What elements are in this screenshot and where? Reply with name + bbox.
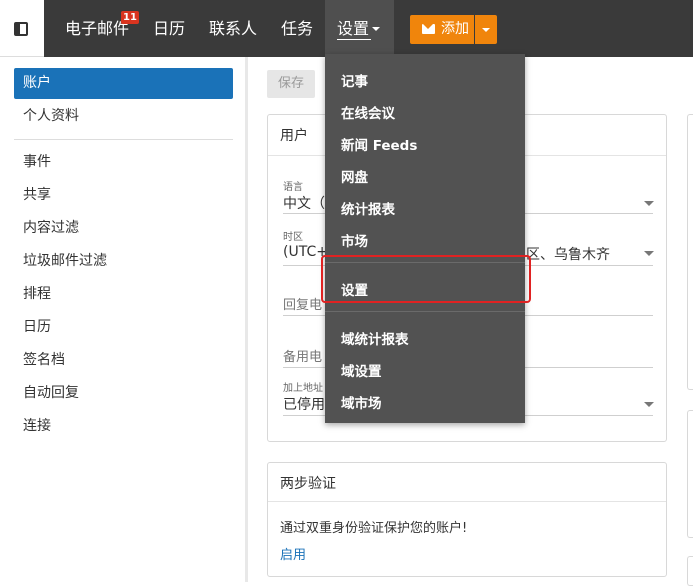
sidebar-item-account[interactable]: 账户: [14, 68, 233, 99]
nav-calendar-label: 日历: [153, 19, 186, 38]
nav-calendar[interactable]: 日历: [153, 0, 185, 57]
language-select[interactable]: 中文（: [283, 193, 325, 213]
user-panel-title: 用户: [280, 128, 308, 144]
sidebar-item-schedule[interactable]: 排程: [14, 279, 233, 310]
nav-tasks[interactable]: 任务: [281, 0, 313, 57]
menu-divider: [325, 311, 525, 312]
right-panel-fragment-lower: [687, 410, 693, 538]
add-address-select[interactable]: 已停用: [283, 394, 325, 414]
menu-item-news-feeds[interactable]: 新闻 Feeds: [341, 134, 417, 154]
sidebar-item-spam-filter[interactable]: 垃圾邮件过滤: [14, 246, 233, 277]
chevron-down-icon: [372, 27, 381, 31]
sidebar-item-signature[interactable]: 签名档: [14, 345, 233, 376]
menu-item-domain-market[interactable]: 域市场: [341, 392, 382, 412]
nav-tasks-label: 任务: [281, 19, 314, 38]
two-step-panel-title: 两步验证: [280, 476, 336, 492]
menu-item-notes[interactable]: 记事: [341, 70, 368, 90]
nav-email[interactable]: 电子邮件 11: [65, 0, 139, 57]
sidebar-item-calendar[interactable]: 日历: [14, 312, 233, 343]
sidebar-item-auto-reply[interactable]: 自动回复: [14, 378, 233, 409]
save-button[interactable]: 保存: [267, 70, 315, 98]
menu-item-cloud-drive[interactable]: 网盘: [341, 166, 368, 186]
menu-item-domain-statistics[interactable]: 域统计报表: [341, 328, 409, 348]
language-dropdown-icon: [644, 201, 654, 206]
menu-item-online-meeting[interactable]: 在线会议: [341, 102, 395, 122]
settings-sidebar: 账户 个人资料 事件 共享 内容过滤 垃圾邮件过滤 排程 日历 签名档 自动回复…: [0, 57, 248, 582]
sidebar-item-profile[interactable]: 个人资料: [14, 101, 233, 132]
nav-settings-underline: [337, 39, 371, 40]
timezone-dropdown-icon: [644, 251, 654, 256]
top-navigation-bar: 电子邮件 11 日历 联系人 任务 设置 添加: [0, 0, 693, 57]
two-step-description: 通过双重身份验证保护您的账户!: [280, 521, 468, 536]
unread-count-badge: 11: [121, 11, 139, 24]
menu-item-domain-settings[interactable]: 域设置: [341, 360, 382, 380]
two-step-panel: 两步验证 通过双重身份验证保护您的账户! 启用: [267, 462, 667, 577]
right-panel-fragment: [687, 114, 693, 390]
sidebar-item-events[interactable]: 事件: [14, 147, 233, 178]
nav-contacts-label: 联系人: [209, 19, 258, 38]
sidebar-toggle-button[interactable]: [0, 0, 44, 57]
highlight-box: [321, 255, 531, 303]
timezone-label: 时区: [283, 232, 303, 243]
menu-item-statistics[interactable]: 统计报表: [341, 198, 395, 218]
timezone-select-text: 区、乌鲁木齐: [526, 247, 610, 263]
add-address-label: 加上地址: [283, 383, 323, 394]
reply-email-field[interactable]: 回复电: [283, 294, 322, 313]
nav-contacts[interactable]: 联系人: [209, 0, 257, 57]
sidebar-item-connect[interactable]: 连接: [14, 411, 233, 442]
settings-dropdown-menu: 记事 在线会议 新闻 Feeds 网盘 统计报表 市场 设置 域统计报表 域设置…: [325, 54, 525, 423]
add-address-dropdown-icon: [644, 402, 654, 407]
add-button-label: 添加: [441, 21, 469, 37]
sidebar-item-content-filter[interactable]: 内容过滤: [14, 213, 233, 244]
add-dropdown-button[interactable]: [475, 15, 497, 44]
add-button[interactable]: 添加: [410, 15, 474, 44]
language-label: 语言: [283, 182, 303, 193]
panel-divider: [268, 501, 666, 502]
nav-email-label: 电子邮件: [65, 19, 130, 38]
menu-item-market[interactable]: 市场: [341, 230, 368, 250]
nav-settings-label: 设置: [337, 19, 370, 38]
backup-email-field[interactable]: 备用电: [283, 346, 322, 365]
enable-two-step-link[interactable]: 启用: [280, 544, 306, 563]
sidebar-item-sharing[interactable]: 共享: [14, 180, 233, 211]
nav-settings[interactable]: 设置: [325, 0, 394, 57]
sidebar-divider: [14, 139, 233, 140]
envelope-icon: [422, 24, 435, 34]
sidebar-toggle-icon: [14, 22, 28, 36]
